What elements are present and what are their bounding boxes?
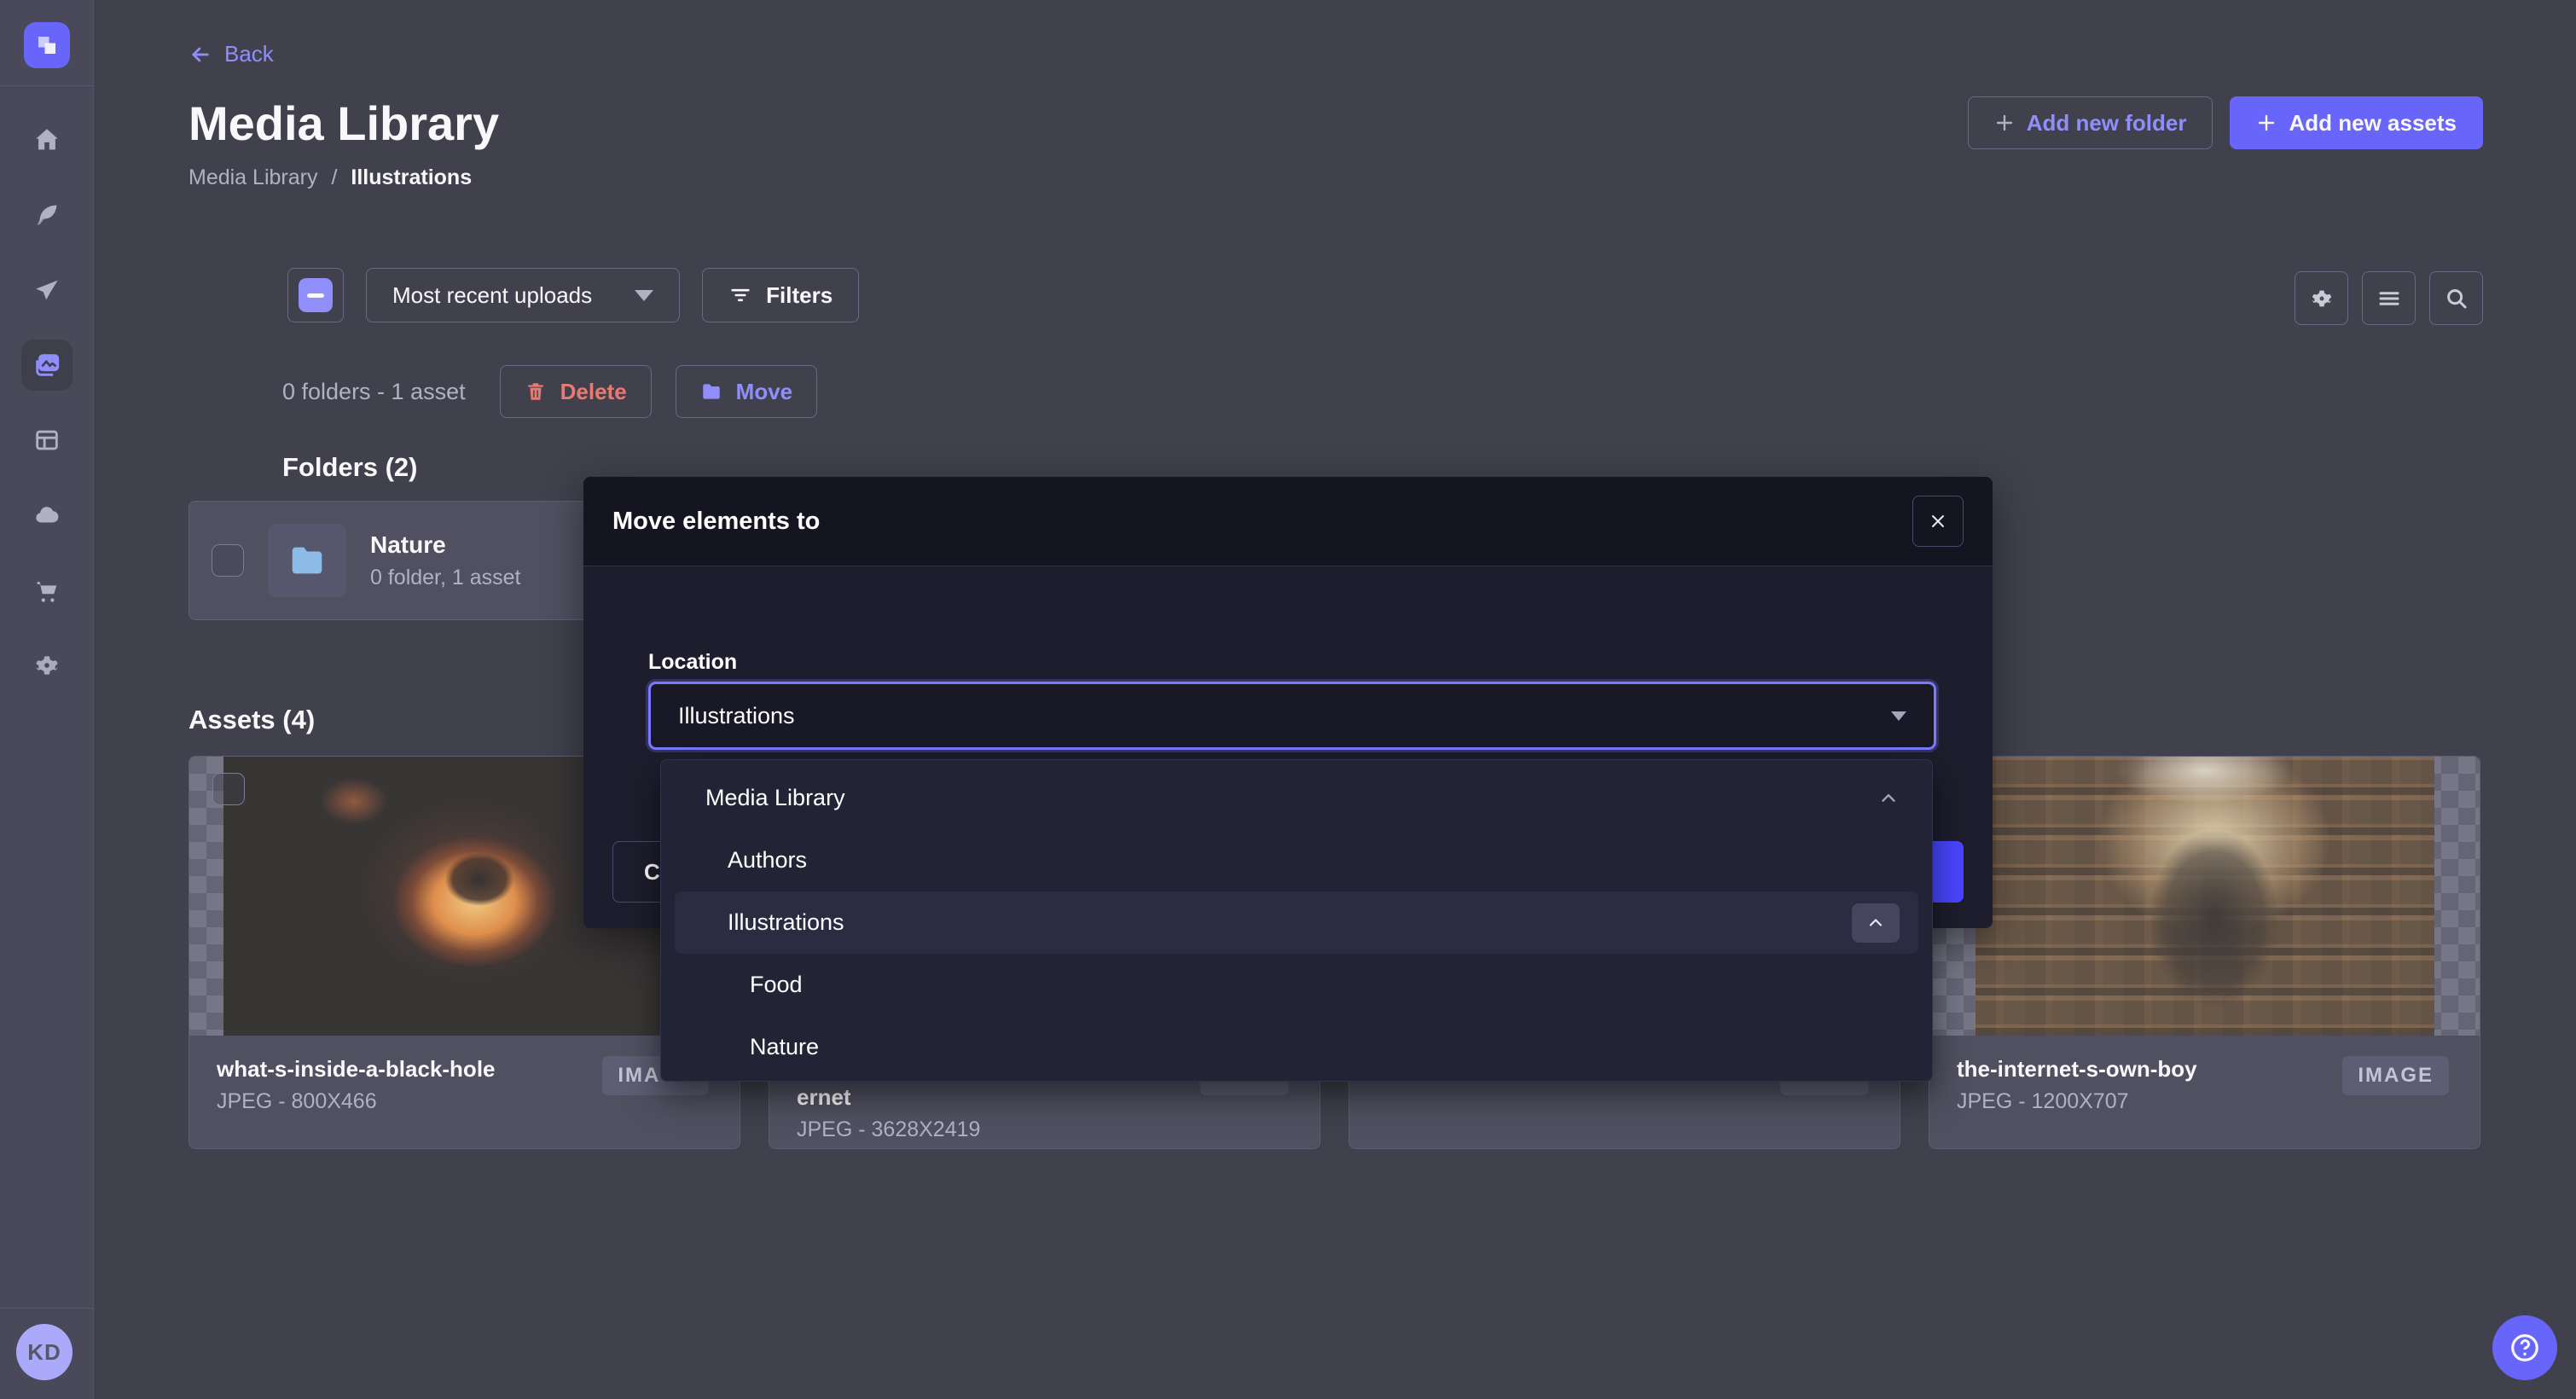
chevron-down-icon: [1891, 711, 1906, 721]
location-select[interactable]: Illustrations: [648, 682, 1936, 750]
tree-item-authors[interactable]: Authors: [675, 829, 1918, 891]
tree-item-nature[interactable]: Nature: [675, 1016, 1918, 1078]
tree-item-label: Authors: [728, 847, 807, 874]
location-select-value: Illustrations: [678, 703, 795, 729]
app: KD Back Media Library Media Library / Il…: [0, 0, 2576, 1399]
location-label: Location: [648, 650, 737, 675]
tree-item-label: Illustrations: [728, 909, 844, 936]
tree-item-media-library[interactable]: Media Library: [675, 767, 1918, 829]
chevron-up-icon[interactable]: [1877, 787, 1900, 810]
modal-header: Move elements to: [583, 477, 1993, 566]
modal-title: Move elements to: [612, 508, 820, 536]
collapse-button[interactable]: [1852, 903, 1900, 943]
tree-item-label: Nature: [750, 1034, 819, 1060]
tree-item-label: Media Library: [705, 785, 845, 811]
tree-item-illustrations[interactable]: Illustrations: [675, 891, 1918, 954]
tree-item-food[interactable]: Food: [675, 954, 1918, 1016]
tree-item-label: Food: [750, 972, 803, 998]
location-dropdown: Media Library Authors Illustrations Food…: [660, 759, 1933, 1082]
chevron-up-icon: [1865, 913, 1886, 933]
close-button[interactable]: [1912, 496, 1964, 547]
close-icon: [1928, 511, 1948, 531]
